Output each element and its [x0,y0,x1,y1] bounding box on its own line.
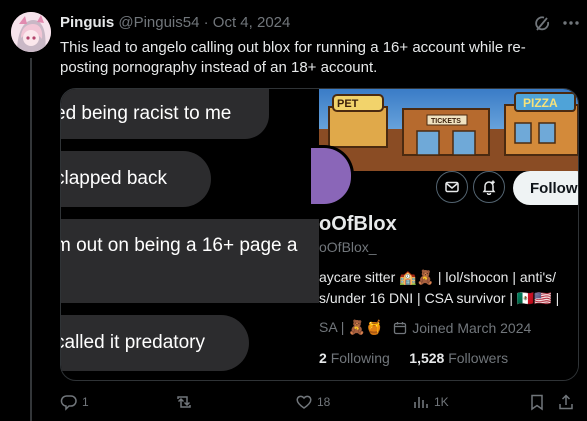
chat-bubble: called it predatory [60,315,249,371]
tweet-date[interactable]: Oct 4, 2024 [213,14,291,31]
chat-bubble-text: clapped back [60,168,167,189]
repost-icon [177,396,191,408]
follow-button[interactable]: Followi [513,171,578,205]
display-name[interactable]: Pinguis [60,14,114,31]
calendar-icon [394,321,407,334]
profile-meta: SA | 🧸🍯 Joined March 2024 [319,319,531,336]
bookmark-button[interactable] [528,393,546,411]
views-icon [414,397,428,408]
like-count: 18 [317,395,331,409]
reply-count: 1 [82,395,89,409]
profile-handle: oOfBlox_ [319,239,377,255]
reply-icon [60,395,77,411]
profile-joined: Joined March 2024 [412,319,532,336]
chat-bubble: ed being racist to me [60,89,269,139]
profile-banner: PET TICKETS PIZZA [319,89,578,171]
chat-bubble-text: m out on being a 16+ page a [60,235,298,256]
bell-plus-icon [482,180,496,195]
views-button[interactable]: 1K [412,393,449,411]
chat-bubble: m out on being a 16+ page a [60,219,321,303]
chat-bubble-text: called it predatory [60,332,205,353]
profile-meta-prefix: SA | 🧸🍯 [319,319,384,335]
profile-name: oOfBlox [319,213,397,235]
bookmark-icon [531,394,543,411]
profile-screenshot: PET TICKETS PIZZA Followi oOfBlox oOfBlo… [311,89,578,380]
repost-button[interactable] [175,393,197,411]
banner-sign-pet: PET [337,98,359,110]
chat-bubble-text: ed being racist to me [60,103,232,124]
profile-stats: 2 Following 1,528 Followers [319,350,508,366]
heart-icon [296,395,312,409]
followers-label: Followers [448,350,509,366]
banner-illustration: PET TICKETS PIZZA [319,92,578,171]
notify-button[interactable] [473,171,505,203]
avatar[interactable] [11,12,51,52]
chat-bubble: clapped back [60,151,211,207]
reply-button[interactable]: 1 [60,393,89,411]
thread-line [30,58,32,421]
separator-dot: · [203,14,209,31]
action-bar: 1 18 1K [60,393,580,413]
views-count: 1K [434,395,449,409]
share-icon [559,394,573,410]
tweet-header: Pinguis @Pinguis54 · Oct 4, 2024 [60,14,290,31]
followers-count: 1,528 [409,350,445,366]
mail-icon [445,181,459,193]
banner-sign-tickets: TICKETS [431,118,461,125]
following-label: Following [330,350,390,366]
profile-bio-line: aycare sitter 🏫🧸 | lol/shocon | anti's/ [319,269,557,285]
tweet-text: This lead to angelo calling out blox for… [60,39,526,76]
more-icon[interactable] [560,12,582,34]
profile-bio-line: s/under 16 DNI | CSA survivor | 🇲🇽🇺🇸 | [319,290,560,306]
banner-sign-pizza: PIZZA [523,96,558,110]
grok-icon[interactable] [532,14,552,34]
message-button[interactable] [436,171,468,203]
share-button[interactable] [557,393,575,411]
user-handle[interactable]: @Pinguis54 [118,14,199,31]
tweet-media[interactable]: ed being racist to me clapped back m out… [60,88,579,381]
like-button[interactable]: 18 [295,393,330,411]
avatar-image [11,12,51,52]
following-count: 2 [319,350,327,366]
